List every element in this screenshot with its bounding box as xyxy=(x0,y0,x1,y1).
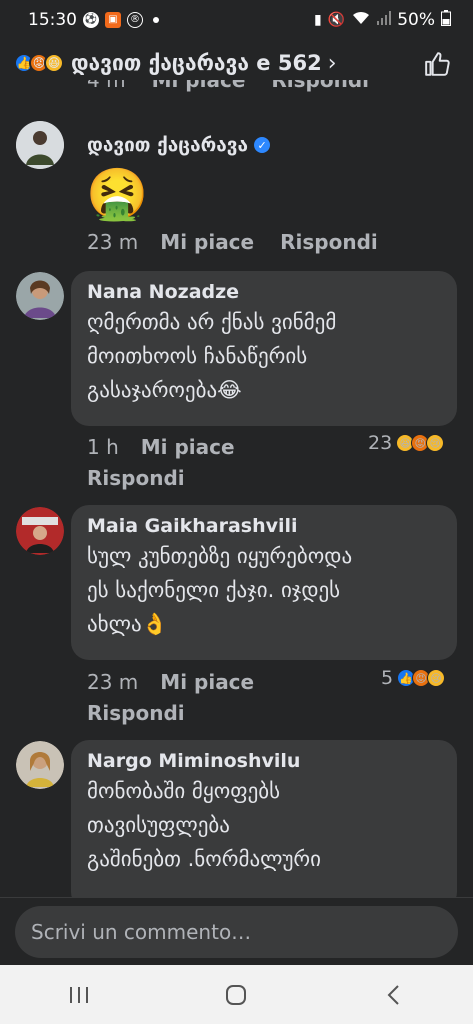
comment-meta: 23 m Mi piace xyxy=(87,670,280,694)
haha-reaction-icon: 😆 xyxy=(44,53,64,73)
comment-line: გასაჯაროება😂 xyxy=(87,378,242,402)
battery-saver-icon: ▮ xyxy=(314,12,322,28)
app-notification-icon: ▣ xyxy=(105,12,121,28)
battery-percent: 50% xyxy=(397,10,435,30)
comment-line: ეს საქონელი ქაჯი. იჯდეს xyxy=(87,578,341,602)
comment-meta: 1 h Mi piace xyxy=(87,435,261,459)
avatar[interactable] xyxy=(16,121,64,169)
comment-line: სულ კუნთებზე იყურებოდა xyxy=(87,544,353,568)
sad-reaction-icon: 😢 xyxy=(427,669,446,687)
recent-apps-button[interactable] xyxy=(49,975,109,1015)
author-name[interactable]: Maia Gaikharashvili xyxy=(87,515,441,537)
more-notifications-icon xyxy=(153,17,159,23)
back-button[interactable] xyxy=(364,975,424,1015)
reaction-icons: 👍 😡 😆 xyxy=(14,53,64,73)
verified-badge-icon: ✓ xyxy=(254,137,271,153)
comment-emoji: 🤮 xyxy=(86,165,149,223)
comment-text: სულ კუნთებზე იყურებოდა ეს საქონელი ქაჯი.… xyxy=(87,539,441,641)
author-name[interactable]: Nana Nozadze xyxy=(87,281,441,303)
like-link[interactable]: Mi piace xyxy=(160,670,254,694)
comment-input[interactable]: Scrivi un commento… xyxy=(15,906,458,958)
reaction-summary[interactable]: 23 😆 😡 😢 xyxy=(368,432,445,454)
comment-line: ღმერთმა არ ქნას ვინმემ xyxy=(87,310,337,334)
badge-notification-icon: ® xyxy=(127,12,143,28)
previous-like-link[interactable]: Mi piace xyxy=(152,80,246,92)
mute-icon: 🔇 xyxy=(327,12,346,28)
football-icon: ⚽ xyxy=(83,12,99,28)
system-navigation-bar xyxy=(0,965,473,1024)
comment-bubble[interactable]: Nargo Miminoshvilu მონობაში მყოფებს თავი… xyxy=(71,740,457,910)
signal-icon xyxy=(377,10,392,30)
wifi-icon xyxy=(351,10,371,31)
like-link[interactable]: Mi piace xyxy=(160,230,254,254)
comment-text: ღმერთმა არ ქნას ვინმემ მოითხოოს ჩანაწერი… xyxy=(87,305,441,407)
author-name[interactable]: Nargo Miminoshvilu xyxy=(87,750,441,772)
previous-time: 4 m xyxy=(87,80,126,92)
comment-composer: Scrivi un commento… xyxy=(0,897,473,965)
comment-meta: 23 m Mi piace Rispondi xyxy=(87,230,378,254)
back-icon xyxy=(387,984,399,1005)
author-name[interactable]: დავით ქაცარავა xyxy=(87,134,248,156)
status-bar: 15:30 ⚽ ▣ ® ▮ 🔇 50% xyxy=(0,0,473,40)
battery-icon xyxy=(441,9,451,31)
previous-reply-link[interactable]: Rispondi xyxy=(271,80,369,92)
comment-bubble[interactable]: Nana Nozadze ღმერთმა არ ქნას ვინმემ მოით… xyxy=(71,271,457,426)
reactions-title: დავით ქაცარავა e 562 xyxy=(71,51,322,75)
comment-text: მონობაში მყოფებს თავისუფლება გაშინებთ .ნ… xyxy=(87,774,441,876)
comment-time: 1 h xyxy=(87,435,119,459)
status-left: 15:30 ⚽ ▣ ® xyxy=(28,10,159,30)
thumbs-up-icon xyxy=(425,52,450,76)
status-right: ▮ 🔇 50% xyxy=(314,9,451,31)
home-button[interactable] xyxy=(206,975,266,1015)
comment-line: მოითხოოს ჩანაწერის xyxy=(87,344,308,368)
home-icon xyxy=(226,984,247,1005)
reaction-count: 5 xyxy=(381,667,394,689)
avatar[interactable] xyxy=(16,741,64,789)
recent-apps-icon xyxy=(69,986,88,1003)
reply-link[interactable]: Rispondi xyxy=(87,701,185,725)
comment-line: გაშინებთ .ნორმალური xyxy=(87,847,322,871)
sad-reaction-icon: 😢 xyxy=(426,434,445,452)
previous-comment-meta: 4 m Mi piace Rispondi xyxy=(87,80,369,104)
comment-author[interactable]: დავით ქაცარავა ✓ xyxy=(87,134,271,156)
comment-bubble[interactable]: Maia Gaikharashvili სულ კუნთებზე იყურებო… xyxy=(71,505,457,660)
comment-line: თავისუფლება xyxy=(87,813,230,837)
like-link[interactable]: Mi piace xyxy=(141,435,235,459)
like-button[interactable] xyxy=(423,50,451,78)
reply-link[interactable]: Rispondi xyxy=(87,466,185,490)
reply-link[interactable]: Rispondi xyxy=(280,230,378,254)
reaction-count: 23 xyxy=(368,432,393,454)
reaction-summary[interactable]: 5 👍 😡 😢 xyxy=(381,667,446,689)
avatar[interactable] xyxy=(16,507,64,555)
comment-line: მონობაში მყოფებს xyxy=(87,779,281,803)
status-time: 15:30 xyxy=(28,10,77,30)
comment-time: 23 m xyxy=(87,670,139,694)
comment-time: 23 m xyxy=(87,230,139,254)
chevron-right-icon: › xyxy=(327,50,337,76)
avatar[interactable] xyxy=(16,272,64,320)
comment-line: ახლა👌 xyxy=(87,612,168,636)
